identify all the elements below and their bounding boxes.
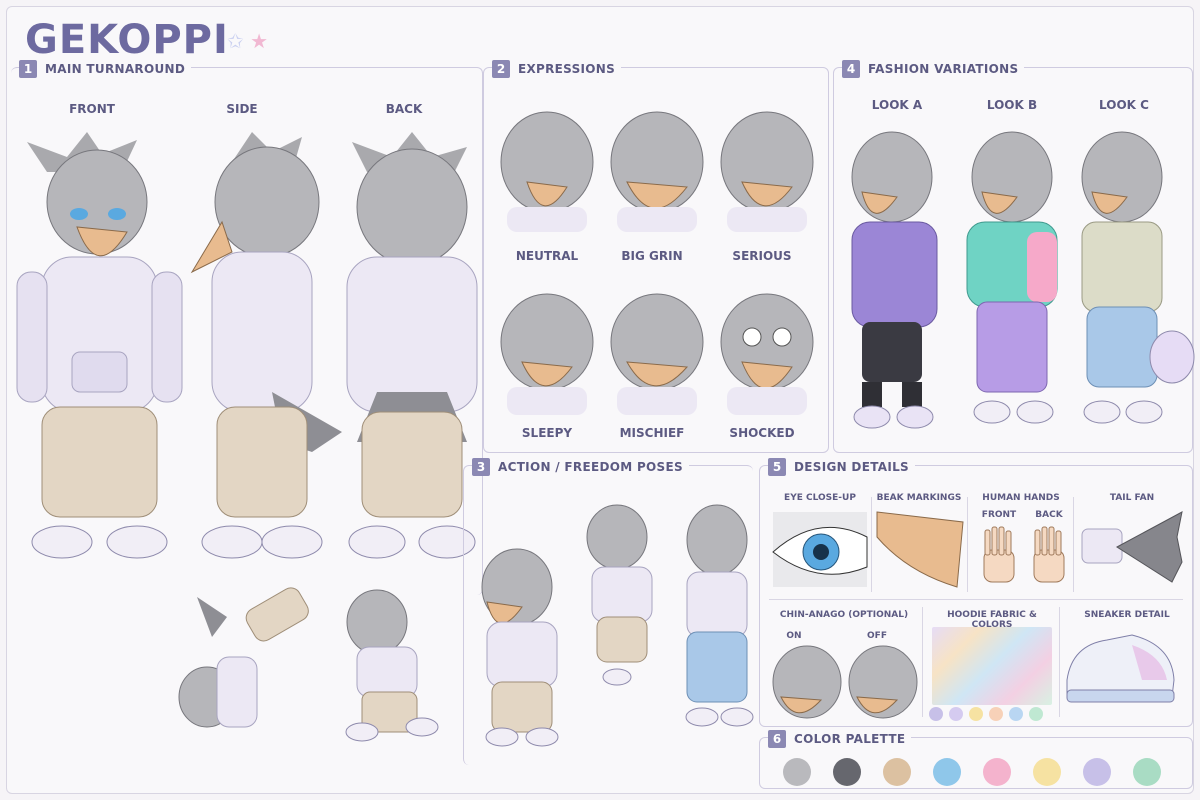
hand-back-image (1033, 526, 1065, 583)
sheet-title: GEKOPPI (25, 17, 229, 63)
detail-label-eye: EYE CLOSE-UP (784, 493, 856, 503)
section-number: 5 (768, 458, 786, 476)
section-number: 4 (842, 60, 860, 78)
detail-label-hands-back: BACK (1035, 510, 1063, 520)
expression-label-shocked: SHOCKED (729, 426, 795, 440)
section-title: COLOR PALETTE (794, 732, 906, 746)
fabric-color-dot (929, 707, 943, 721)
view-label-back: BACK (385, 102, 423, 116)
view-label-side: SIDE (226, 102, 258, 116)
pose-jump (586, 504, 653, 686)
palette-swatch (1083, 758, 1111, 786)
expression-label-neutral: NEUTRAL (515, 249, 579, 263)
section-number: 2 (492, 60, 510, 78)
sneaker-detail-image (1066, 634, 1175, 703)
section-number: 1 (19, 60, 37, 78)
expression-label-sleepy: SLEEPY (521, 426, 573, 440)
detail-label-hands-front: FRONT (981, 510, 1017, 520)
fabric-color-dot (989, 707, 1003, 721)
expression-serious (720, 111, 814, 232)
palette-swatch (933, 758, 961, 786)
expression-label-serious: SERIOUS (732, 249, 792, 263)
expression-mischief (610, 293, 704, 415)
detail-label-tail: TAIL FAN (1109, 493, 1155, 503)
look-label-a: LOOK A (871, 98, 923, 112)
palette-swatch (883, 758, 911, 786)
tail-fan-image (1081, 511, 1183, 583)
look-label-b: LOOK B (986, 98, 1038, 112)
section-title: MAIN TURNAROUND (45, 62, 186, 76)
star-icons: ✩ ★ (227, 29, 269, 53)
figure-look-c (1081, 131, 1195, 424)
chin-on-image (772, 645, 842, 719)
palette-swatch (783, 758, 811, 786)
palette-swatch (1033, 758, 1061, 786)
pose-kick (345, 589, 439, 742)
expression-big-grin (610, 111, 704, 232)
expression-neutral (500, 111, 594, 232)
pose-casual (685, 504, 754, 727)
section-title: EXPRESSIONS (518, 62, 616, 76)
expression-label-big-grin: BIG GRIN (621, 249, 683, 263)
section-number: 6 (768, 730, 786, 748)
figure-side (190, 132, 342, 559)
section-title: DESIGN DETAILS (794, 460, 909, 474)
look-label-c: LOOK C (1099, 98, 1149, 112)
fabric-color-dot (1009, 707, 1023, 721)
detail-label-beak: BEAK MARKINGS (876, 493, 962, 503)
section-title: FASHION VARIATIONS (868, 62, 1019, 76)
pose-handstand (178, 587, 309, 728)
figure-look-b (966, 131, 1058, 424)
section-title: ACTION / FREEDOM POSES (498, 460, 683, 474)
detail-label-chin: CHIN-ANAGO (OPTIONAL) (779, 610, 909, 620)
figure-front (16, 132, 183, 559)
fabric-swatch (932, 627, 1052, 705)
palette-swatch (833, 758, 861, 786)
palette-swatch (1133, 758, 1161, 786)
expression-label-mischief: MISCHIEF (619, 426, 685, 440)
chin-off-image (848, 645, 918, 719)
expression-shocked (720, 293, 814, 415)
detail-label-chin-on: ON (786, 631, 802, 641)
detail-label-sneaker: SNEAKER DETAIL (1084, 610, 1170, 620)
beak-markings-image (876, 511, 964, 588)
panel-palette: 6 COLOR PALETTE (759, 730, 1193, 789)
fabric-color-dot (969, 707, 983, 721)
figure-look-a (851, 131, 938, 429)
fabric-color-dot (949, 707, 963, 721)
fabric-color-dot (1029, 707, 1043, 721)
pose-stand (481, 548, 559, 747)
palette-swatch (983, 758, 1011, 786)
eye-closeup-image (772, 512, 868, 587)
hand-front-image (983, 526, 1015, 583)
detail-label-hands: HUMAN HANDS (982, 493, 1060, 503)
expression-sleepy (500, 293, 594, 415)
view-label-front: FRONT (69, 102, 115, 116)
detail-label-chin-off: OFF (867, 631, 887, 641)
section-number: 3 (472, 458, 490, 476)
character-sheet: GEKOPPI ✩ ★ 1 MAIN TURNAROUND FRONT SIDE… (6, 6, 1195, 794)
